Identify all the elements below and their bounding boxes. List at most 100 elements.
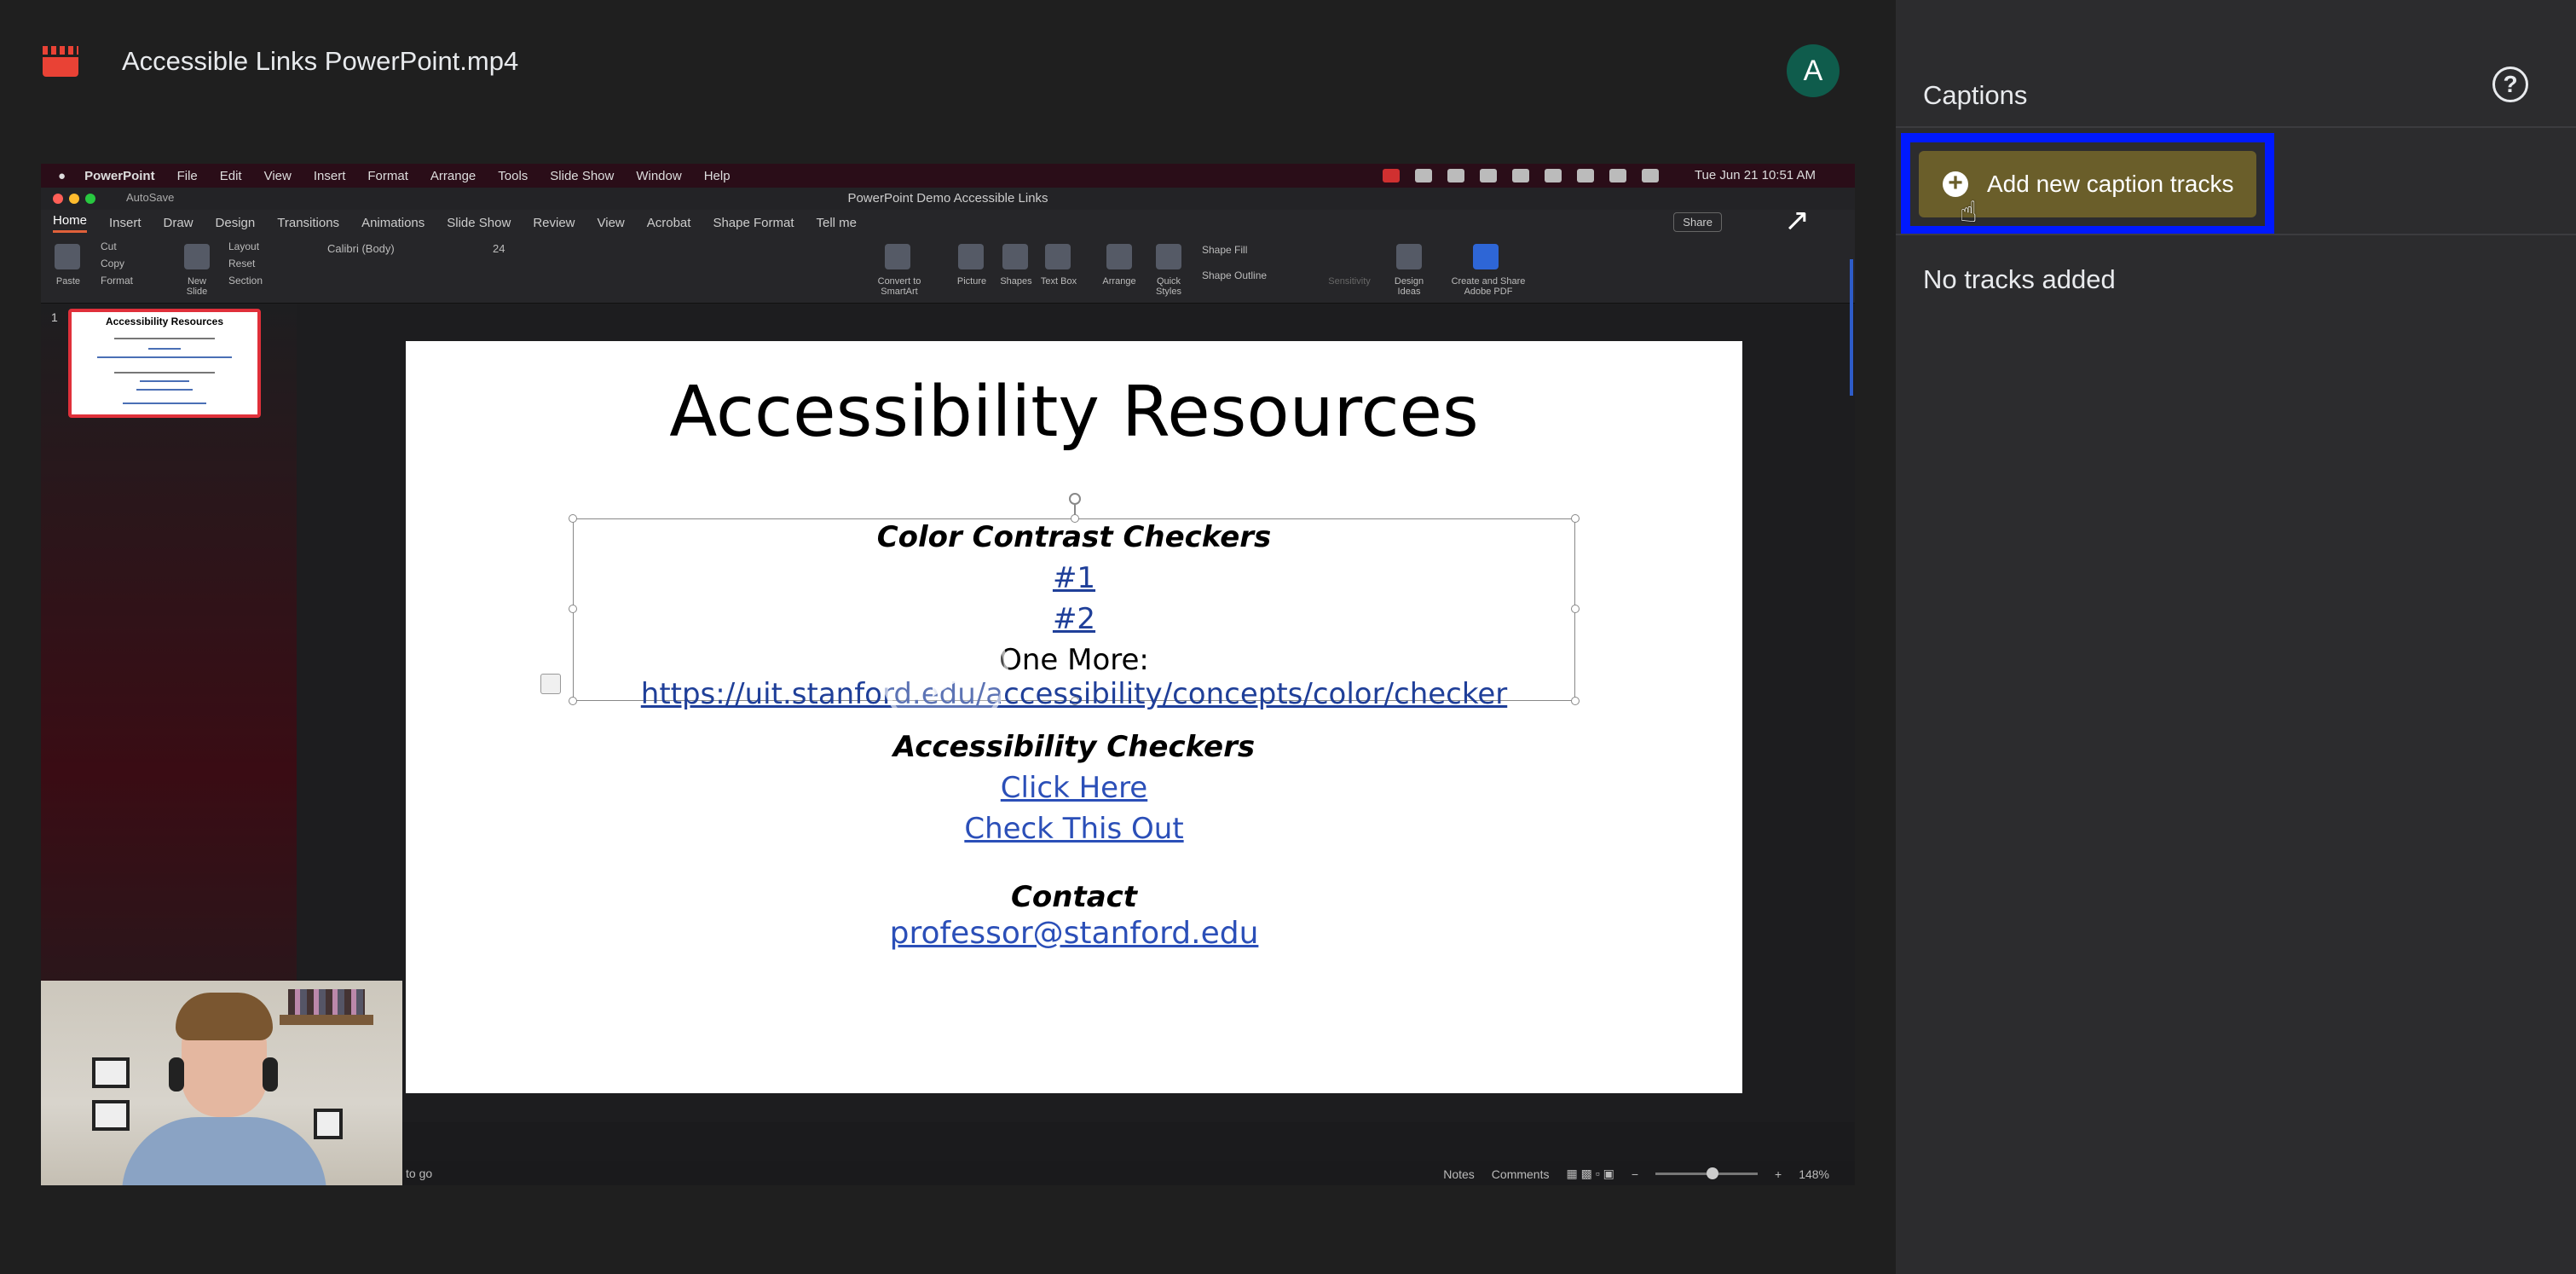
thumb-link-line xyxy=(123,402,206,404)
wifi-icon xyxy=(1577,169,1594,182)
reset-label: Reset xyxy=(228,258,256,269)
adobe-pdf-icon xyxy=(1473,244,1499,269)
status-icon xyxy=(1480,169,1497,182)
menu-item: Arrange xyxy=(430,168,477,183)
ribbon-tab: Animations xyxy=(361,215,425,230)
menubar-app: PowerPoint xyxy=(84,168,155,183)
person-hair xyxy=(176,993,273,1040)
ribbon-tab: Design xyxy=(215,215,256,230)
zoom-in-icon: + xyxy=(1775,1167,1782,1181)
smartart-icon xyxy=(885,244,910,269)
thumb-link-line xyxy=(140,380,189,382)
divider xyxy=(1896,126,2576,128)
ribbon-tab: Slide Show xyxy=(447,215,511,230)
shapes-icon xyxy=(1002,244,1028,269)
ribbon-tab-tell-me: Tell me xyxy=(816,215,858,230)
view-icons: ▦ ▩ ▫ ▣ xyxy=(1566,1167,1614,1180)
new-slide-icon xyxy=(184,244,210,269)
menu-item: Edit xyxy=(219,168,242,183)
layout-label: Layout xyxy=(228,240,260,252)
design-ideas-icon xyxy=(1396,244,1422,269)
ribbon-tab: Insert xyxy=(109,215,142,230)
add-button-label: Add new caption tracks xyxy=(1987,171,2234,197)
one-more-link: https://uit.stanford.edu/accessibility/c… xyxy=(640,677,1508,711)
thumb-text-line xyxy=(114,372,215,374)
shape-outline-label: Shape Outline xyxy=(1202,269,1268,281)
arrange-label: Arrange xyxy=(1102,276,1136,287)
status-icon xyxy=(1512,169,1529,182)
person-body xyxy=(122,1117,326,1185)
create-share-label: Create and Share Adobe PDF xyxy=(1451,276,1526,297)
ribbon-tabs: Home Insert Draw Design Transitions Anim… xyxy=(41,210,1855,235)
ribbon-tab: Draw xyxy=(163,215,193,230)
one-more-line: One More: https://uit.stanford.edu/acces… xyxy=(573,643,1575,711)
menu-item: File xyxy=(176,168,198,183)
avatar[interactable]: A xyxy=(1787,44,1840,97)
move-icon xyxy=(540,674,561,694)
menu-item: Insert xyxy=(313,168,346,183)
status-icons xyxy=(1383,169,1659,182)
quick-styles-icon xyxy=(1156,244,1181,269)
headphone-right xyxy=(263,1057,278,1092)
apple-icon: ● xyxy=(58,168,66,183)
click-here-link: Click Here xyxy=(1000,771,1148,805)
ribbon-tab: Transitions xyxy=(277,215,340,230)
panel-title: Captions xyxy=(1923,80,2028,110)
document-title: PowerPoint Demo Accessible Links xyxy=(847,191,1048,206)
window-titlebar: AutoSave PowerPoint Demo Accessible Link… xyxy=(41,188,1855,210)
textbox-icon xyxy=(1045,244,1071,269)
shelf xyxy=(280,1015,373,1025)
notes-label: Notes xyxy=(1443,1167,1475,1181)
check-this-out-link: Check This Out xyxy=(964,812,1184,846)
color-contrast-heading: Color Contrast Checkers xyxy=(876,520,1272,554)
picture-label: Picture xyxy=(956,276,987,287)
ribbon-tab-home: Home xyxy=(53,213,88,233)
link-2: #2 xyxy=(1052,602,1096,636)
new-slide-label: New Slide xyxy=(186,276,208,297)
video-header: Accessible Links PowerPoint.mp4 A xyxy=(0,0,1896,136)
picture-frame xyxy=(92,1057,130,1088)
help-icon[interactable]: ? xyxy=(2492,67,2528,102)
textbox-label: Text Box xyxy=(1040,276,1077,287)
mac-menubar: ● PowerPoint File Edit View Insert Forma… xyxy=(41,164,1855,188)
open-external-icon[interactable]: ↗ xyxy=(1780,203,1814,237)
status-icon xyxy=(1415,169,1432,182)
arrange-icon xyxy=(1106,244,1132,269)
add-button-highlight: + Add new caption tracks ☝ xyxy=(1901,133,2274,235)
empty-state-text: No tracks added xyxy=(1923,264,2116,294)
picture-icon xyxy=(958,244,984,269)
link-1: #1 xyxy=(1052,561,1096,595)
zoom-level: 148% xyxy=(1799,1167,1829,1181)
accessibility-checkers-heading: Accessibility Checkers xyxy=(892,730,1256,764)
ribbon-tab: Shape Format xyxy=(713,215,794,230)
sensitivity-label: Sensitivity xyxy=(1328,276,1371,287)
copy-label: Copy xyxy=(101,258,125,269)
email-link: professor@stanford.edu xyxy=(889,916,1259,951)
picture-frame xyxy=(314,1109,343,1139)
font-size: 24 xyxy=(493,242,505,255)
rotate-handle xyxy=(1069,493,1081,505)
webcam-overlay xyxy=(41,981,402,1185)
ribbon-toolbar: Paste Cut Copy Format New Slide Layout R… xyxy=(41,235,1855,304)
share-button: Share xyxy=(1673,212,1722,232)
menubar-clock: Tue Jun 21 10:51 AM xyxy=(1694,168,1816,182)
zoom-out-icon: − xyxy=(1631,1167,1638,1181)
status-icon xyxy=(1447,169,1464,182)
control-center-icon xyxy=(1642,169,1659,182)
slide-thumbnail: Accessibility Resources xyxy=(68,309,261,418)
bookshelf xyxy=(288,989,365,1015)
hand-cursor-icon: ☝ xyxy=(1960,196,1978,229)
captions-panel: Captions ? + Add new caption tracks ☝ No… xyxy=(1896,0,2576,1274)
video-clapper-icon xyxy=(43,46,78,77)
menu-item: Help xyxy=(703,168,731,183)
quick-styles-label: Quick Styles xyxy=(1156,276,1181,297)
play-button[interactable] xyxy=(881,607,1008,735)
menu-item: Format xyxy=(367,168,408,183)
menu-item: Slide Show xyxy=(550,168,615,183)
scroll-indicator xyxy=(1850,259,1853,396)
thumb-title: Accessibility Resources xyxy=(105,316,224,327)
divider xyxy=(1896,234,2576,235)
menu-item: Tools xyxy=(498,168,528,183)
format-label: Format xyxy=(101,275,134,287)
ribbon-tab: Acrobat xyxy=(646,215,691,230)
